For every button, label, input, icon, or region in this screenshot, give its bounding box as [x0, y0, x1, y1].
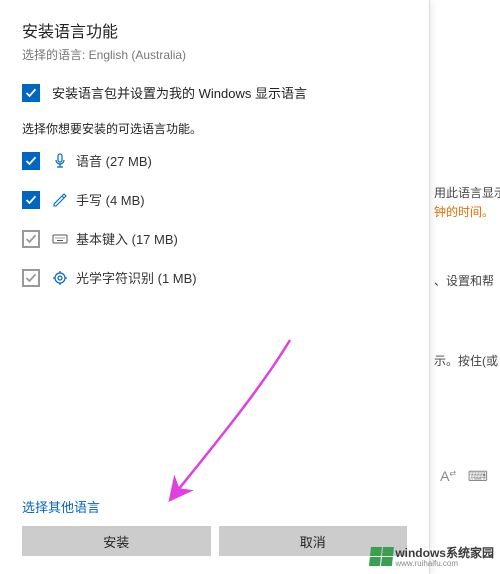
watermark-suffix: 系统家园	[446, 546, 494, 560]
watermark-brand: windows	[395, 546, 446, 560]
option-handwriting-label: 手写 (4 MB)	[76, 190, 145, 209]
bg-text-line: 用此语言显示	[434, 184, 496, 203]
pen-icon	[52, 192, 68, 208]
check-icon	[25, 233, 37, 245]
option-ocr-label: 光学字符识别 (1 MB)	[76, 268, 197, 287]
check-icon	[25, 155, 37, 167]
option-speech[interactable]: 语音 (27 MB)	[22, 151, 407, 170]
checkbox-disabled	[22, 269, 40, 287]
font-size-icon: A⇄	[440, 468, 456, 484]
choose-other-language-link[interactable]: 选择其他语言	[22, 497, 407, 516]
watermark: windows系统家园 www.ruihaifu.com	[369, 544, 494, 568]
bg-text-line: 钟的时间。	[434, 203, 496, 222]
option-speech-label: 语音 (27 MB)	[76, 151, 152, 170]
check-icon	[25, 272, 37, 284]
dialog-title: 安装语言功能	[22, 18, 407, 42]
keyboard-icon	[52, 231, 68, 247]
background-settings-panel: 用此语言显示 钟的时间。 、设置和帮 示。按住(或 A⇄ ⌨	[430, 0, 500, 574]
checkbox-checked[interactable]	[22, 152, 40, 170]
keyboard-icon: ⌨	[468, 468, 488, 484]
windows-logo-icon	[368, 546, 394, 566]
options-desc: 选择你想要安装的可选语言功能。	[22, 120, 407, 137]
option-ocr[interactable]: 光学字符识别 (1 MB)	[22, 268, 407, 287]
set-display-language-row[interactable]: 安装语言包并设置为我的 Windows 显示语言	[22, 83, 407, 102]
check-icon	[25, 87, 37, 99]
ocr-icon	[52, 270, 68, 286]
bg-icon-group: A⇄ ⌨	[440, 468, 488, 485]
dialog-buttons: 安装 取消	[22, 526, 407, 556]
set-display-language-label: 安装语言包并设置为我的 Windows 显示语言	[52, 83, 307, 102]
install-language-dialog: 安装语言功能 选择的语言: English (Australia) 安装语言包并…	[0, 0, 430, 574]
option-typing-label: 基本键入 (17 MB)	[76, 229, 178, 248]
bg-text-line: 、设置和帮	[434, 272, 496, 291]
option-typing[interactable]: 基本键入 (17 MB)	[22, 229, 407, 248]
watermark-url: www.ruihaifu.com	[395, 559, 494, 568]
dialog-subtitle: 选择的语言: English (Australia)	[22, 46, 407, 63]
bg-text-line: 示。按住(或	[434, 352, 496, 371]
option-handwriting[interactable]: 手写 (4 MB)	[22, 190, 407, 209]
checkbox-checked[interactable]	[22, 191, 40, 209]
checkbox-disabled	[22, 230, 40, 248]
install-button[interactable]: 安装	[22, 526, 211, 556]
check-icon	[25, 194, 37, 206]
checkbox-checked[interactable]	[22, 84, 40, 102]
microphone-icon	[52, 153, 68, 169]
